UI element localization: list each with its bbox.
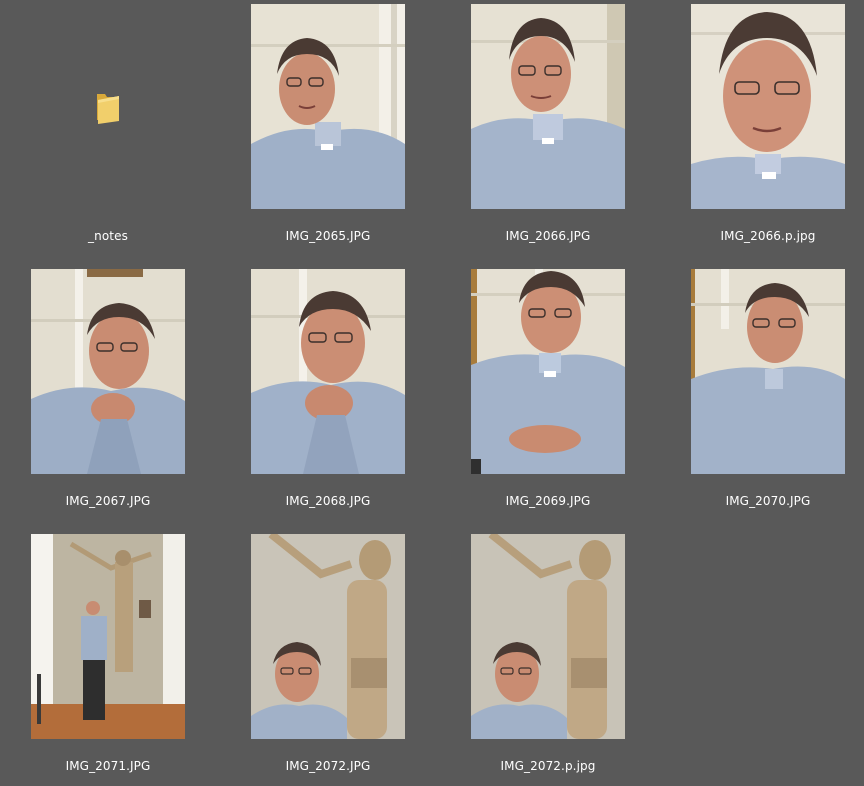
file-name-label: _notes [88,229,128,243]
file-name-label: IMG_2072.JPG [285,759,371,773]
file-item[interactable]: IMG_2066.p.jpg [660,0,864,265]
file-name-label: IMG_2070.JPG [725,494,811,508]
file-thumbnail-grid: _notes IMG_2065.JPG IMG_2066.JPG IMG_206… [0,0,864,786]
file-item[interactable]: IMG_2067.JPG [0,265,220,530]
file-item[interactable]: IMG_2069.JPG [440,265,660,530]
photo-thumbnail[interactable] [31,534,185,739]
file-name-label: IMG_2067.JPG [65,494,151,508]
photo-thumbnail[interactable] [691,4,845,209]
file-name-label: IMG_2068.JPG [285,494,371,508]
file-item[interactable]: IMG_2072.JPG [220,530,440,786]
file-item[interactable]: IMG_2065.JPG [220,0,440,265]
photo-thumbnail[interactable] [251,534,405,739]
photo-thumbnail[interactable] [251,4,405,209]
file-name-label: IMG_2066.p.jpg [720,229,816,243]
file-name-label: IMG_2072.p.jpg [500,759,596,773]
file-item-notes-folder[interactable]: _notes [0,0,220,265]
folder-icon [97,93,119,124]
file-item[interactable]: IMG_2070.JPG [660,265,864,530]
photo-thumbnail[interactable] [471,4,625,209]
photo-thumbnail[interactable] [251,269,405,474]
photo-thumbnail[interactable] [471,269,625,474]
file-name-label: IMG_2071.JPG [65,759,151,773]
file-item[interactable]: IMG_2072.p.jpg [440,530,660,786]
file-name-label: IMG_2066.JPG [505,229,591,243]
file-name-label: IMG_2065.JPG [285,229,371,243]
file-name-label: IMG_2069.JPG [505,494,591,508]
file-item[interactable]: IMG_2066.JPG [440,0,660,265]
photo-thumbnail[interactable] [31,269,185,474]
folder-thumbnail[interactable] [31,4,185,209]
file-item[interactable]: IMG_2068.JPG [220,265,440,530]
photo-thumbnail[interactable] [691,269,845,474]
file-item[interactable]: IMG_2071.JPG [0,530,220,786]
photo-thumbnail[interactable] [471,534,625,739]
